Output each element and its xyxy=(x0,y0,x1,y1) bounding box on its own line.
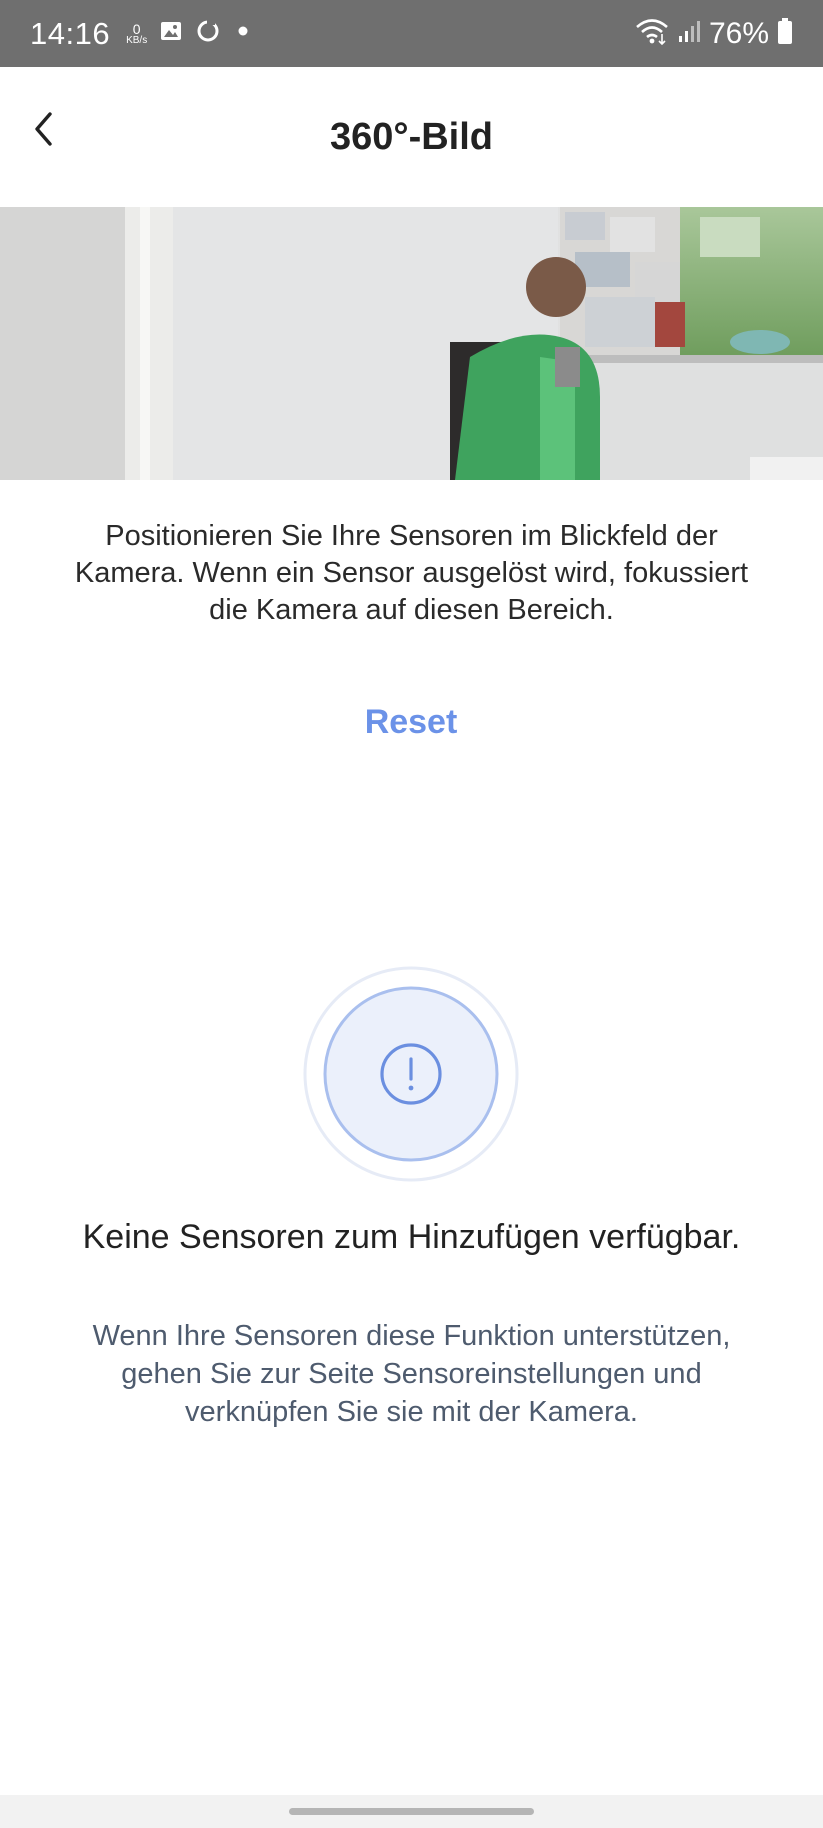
battery-icon xyxy=(777,17,793,50)
camera-preview-image xyxy=(0,207,823,480)
home-indicator[interactable] xyxy=(289,1808,534,1815)
status-right: 76% xyxy=(635,17,793,51)
net-speed-value: 0 xyxy=(132,20,141,37)
chevron-left-icon xyxy=(31,109,57,154)
net-speed-indicator: 0 KB/s xyxy=(126,22,147,46)
battery-percentage: 76% xyxy=(708,16,769,50)
reset-button[interactable]: Reset xyxy=(311,694,511,750)
screen: 14:16 0 KB/s 76% 360°-Bild Positionieren… xyxy=(0,0,823,1828)
empty-state-illustration xyxy=(303,966,519,1182)
camera-preview[interactable] xyxy=(0,207,823,480)
status-time: 14:16 xyxy=(30,15,111,51)
image-icon xyxy=(159,19,183,48)
back-button[interactable] xyxy=(24,103,64,159)
signal-icon xyxy=(677,18,701,49)
header: 360°-Bild xyxy=(0,67,823,207)
empty-state-title: Keine Sensoren zum Hinzufügen verfügbar. xyxy=(82,1218,741,1256)
empty-state-description: Wenn Ihre Sensoren diese Funktion unters… xyxy=(92,1320,731,1428)
wifi-icon xyxy=(635,17,669,50)
status-left: 14:16 0 KB/s xyxy=(30,16,253,52)
instructions-text: Positionieren Sie Ihre Sensoren im Blick… xyxy=(74,520,749,626)
exclamation-circle-icon xyxy=(303,966,519,1182)
page-title: 360°-Bild xyxy=(329,115,494,158)
net-speed-unit: KB/s xyxy=(126,34,148,46)
dot-icon xyxy=(233,21,253,46)
status-bar: 14:16 0 KB/s 76% xyxy=(0,0,823,67)
sync-icon xyxy=(195,18,221,49)
